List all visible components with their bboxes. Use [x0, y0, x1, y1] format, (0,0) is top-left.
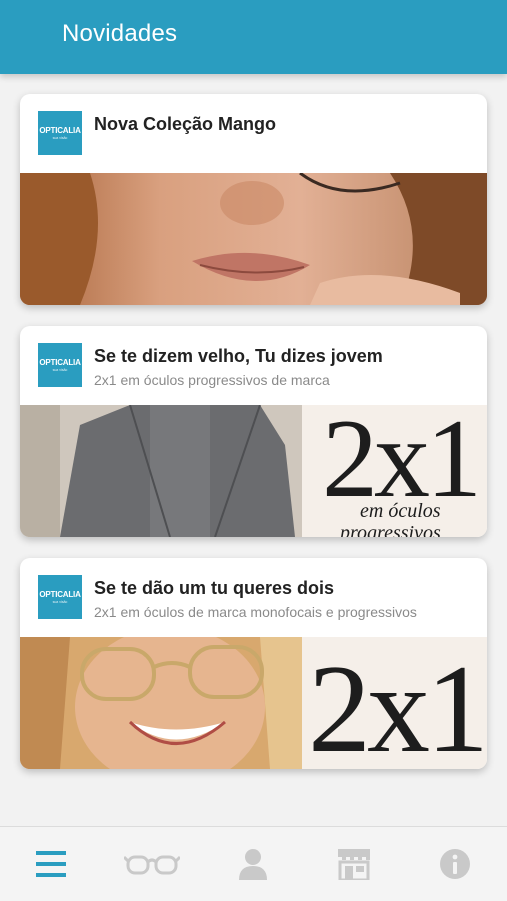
promo-line-1: em óculos	[360, 500, 441, 522]
news-card-two-for-one[interactable]: OPTICALIA sua visão Se te dão um tu quer…	[20, 558, 487, 769]
card-subtitle: 2x1 em óculos de marca monofocais e prog…	[94, 604, 417, 620]
news-card-mango[interactable]: OPTICALIA sua visão Nova Coleção Mango	[20, 94, 487, 305]
brand-logo: OPTICALIA sua visão	[38, 343, 82, 387]
promo-line-2: progressivos	[340, 522, 441, 537]
card-title: Se te dão um tu queres dois	[94, 578, 335, 598]
card-header: OPTICALIA sua visão Se te dizem velho, T…	[20, 326, 487, 405]
info-icon	[439, 849, 470, 879]
store-icon	[337, 849, 370, 880]
brand-logo: OPTICALIA sua visão	[38, 111, 82, 155]
card-header: OPTICALIA sua visão Se te dão um tu quer…	[20, 558, 487, 637]
card-header: OPTICALIA sua visão Nova Coleção Mango	[20, 94, 487, 173]
card-title: Nova Coleção Mango	[94, 114, 277, 134]
card-image: 2x1 em óculos progressivos	[20, 405, 487, 537]
app-header: Novidades	[0, 0, 507, 74]
brand-logo: OPTICALIA sua visão	[38, 575, 82, 619]
tab-info[interactable]	[404, 827, 505, 901]
card-image	[20, 173, 487, 305]
promo-2x1: 2x1	[322, 405, 482, 521]
tab-profile[interactable]	[202, 827, 303, 901]
tab-glasses[interactable]	[101, 827, 202, 901]
news-feed[interactable]: OPTICALIA sua visão Nova Coleção Mango O…	[0, 74, 507, 826]
tab-stores[interactable]	[303, 827, 404, 901]
bottom-tab-bar	[0, 826, 507, 901]
promo-2x1: 2x1	[308, 640, 487, 770]
user-icon	[238, 849, 267, 880]
card-image: 2x1	[20, 637, 487, 769]
page-title: Novidades	[62, 20, 178, 47]
tab-menu[interactable]	[0, 827, 101, 901]
card-subtitle: 2x1 em óculos progressivos de marca	[94, 372, 330, 388]
news-card-progressive-promo[interactable]: OPTICALIA sua visão Se te dizem velho, T…	[20, 326, 487, 537]
glasses-icon	[123, 855, 180, 875]
menu-icon	[35, 851, 66, 877]
card-title: Se te dizem velho, Tu dizes jovem	[94, 346, 383, 366]
